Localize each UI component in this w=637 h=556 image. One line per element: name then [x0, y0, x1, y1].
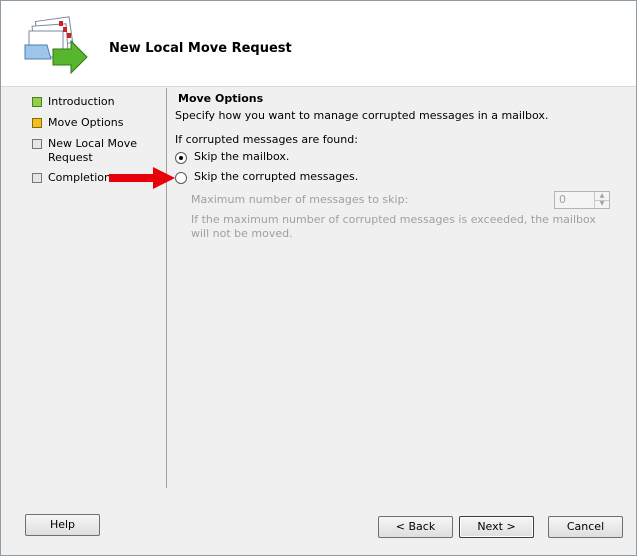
wizard-window: New Local Move Request Introduction Move…	[0, 0, 637, 556]
step-label: Move Options	[48, 116, 124, 129]
corrupted-question-label: If corrupted messages are found:	[175, 133, 358, 146]
section-title: Move Options	[178, 92, 264, 105]
move-mailbox-icon	[24, 16, 88, 75]
max-messages-label: Maximum number of messages to skip:	[191, 193, 409, 206]
next-button[interactable]: Next >	[459, 516, 534, 538]
wizard-title: New Local Move Request	[109, 41, 292, 56]
red-arrow-icon	[109, 167, 175, 189]
max-messages-value[interactable]: 0	[559, 193, 566, 206]
spinner-buttons: ▲ ▼	[594, 192, 609, 208]
spin-down-icon[interactable]: ▼	[595, 200, 609, 208]
max-messages-spinner[interactable]: 0 ▲ ▼	[554, 191, 610, 209]
wizard-header: New Local Move Request	[1, 1, 636, 87]
vertical-divider	[166, 88, 167, 488]
step-label: New Local Move Request	[48, 137, 137, 164]
step-move-options: Move Options	[31, 116, 161, 137]
cancel-button[interactable]: Cancel	[548, 516, 623, 538]
step-current-icon	[32, 118, 42, 128]
section-description: Specify how you want to manage corrupted…	[175, 109, 549, 122]
skip-mailbox-label[interactable]: Skip the mailbox.	[194, 150, 289, 163]
skip-corrupted-radio[interactable]	[175, 172, 187, 184]
exceeded-note: If the maximum number of corrupted messa…	[191, 213, 596, 240]
step-done-icon	[32, 97, 42, 107]
step-new-local-move-request: New Local Move Request	[31, 137, 161, 171]
help-button[interactable]: Help	[25, 514, 100, 536]
step-pending-icon	[32, 139, 42, 149]
step-label: Introduction	[48, 95, 115, 108]
skip-corrupted-label[interactable]: Skip the corrupted messages.	[194, 170, 358, 183]
skip-mailbox-radio[interactable]	[175, 152, 187, 164]
back-button[interactable]: < Back	[378, 516, 453, 538]
step-pending-icon	[32, 173, 42, 183]
step-introduction: Introduction	[31, 95, 161, 116]
